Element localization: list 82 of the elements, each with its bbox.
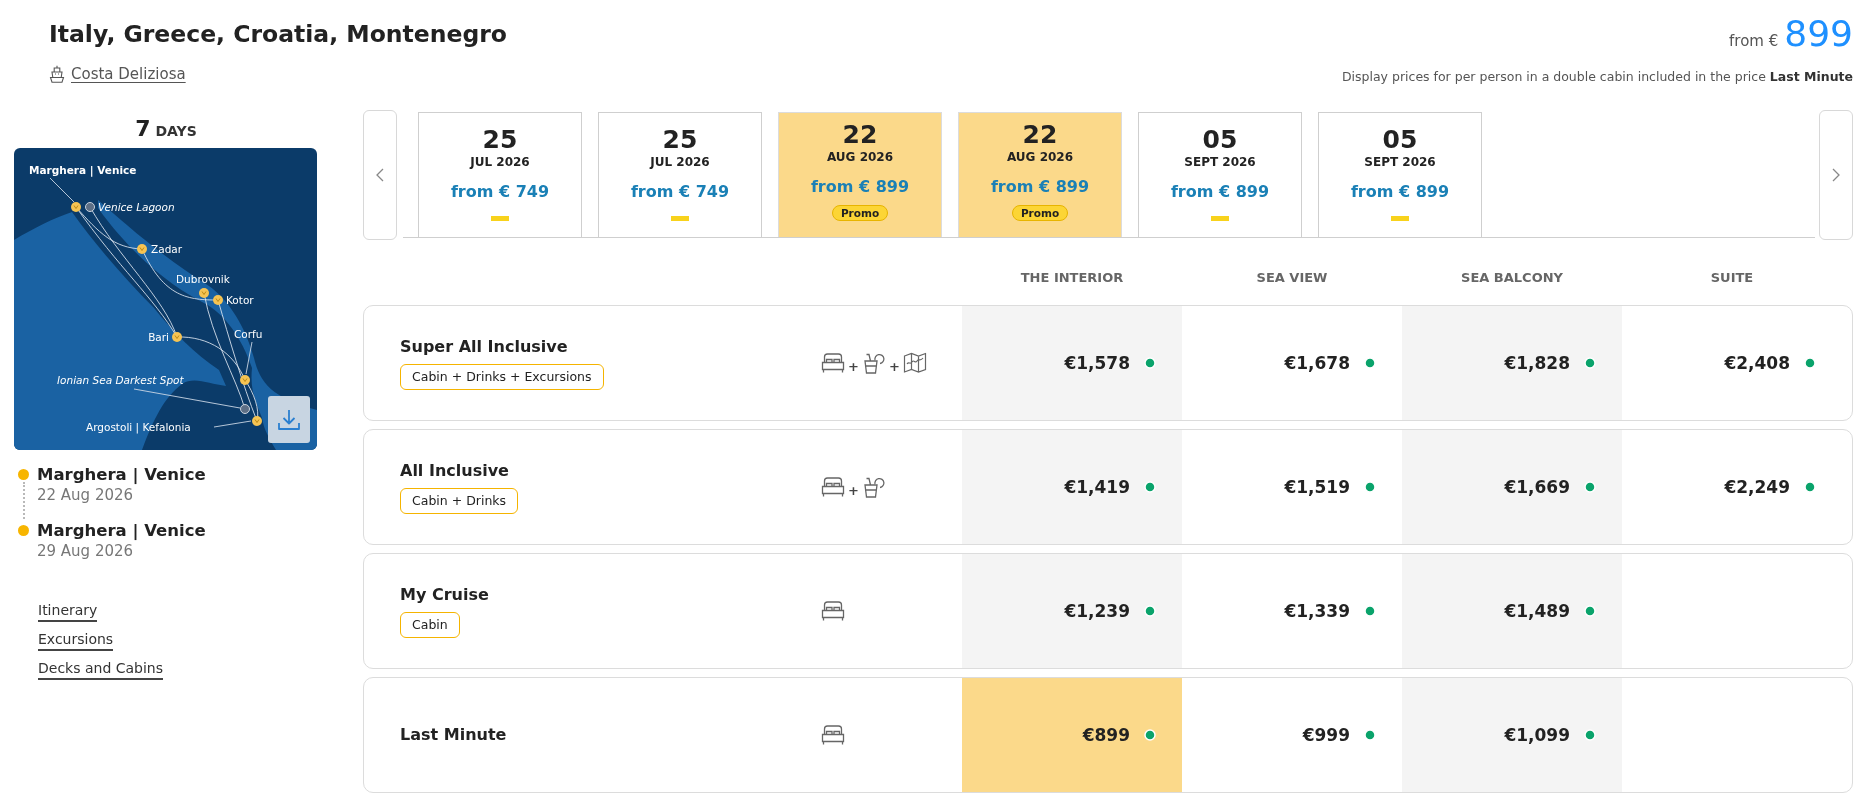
port-label: Bari (148, 331, 169, 343)
bed-icon (821, 352, 845, 374)
port-marker-icon (252, 416, 262, 426)
inclusion-tag: Cabin (400, 611, 460, 638)
column-header: SUITE (1710, 269, 1754, 287)
next-button[interactable] (1819, 110, 1853, 240)
section-link[interactable]: Itinerary (38, 601, 98, 622)
chevron-right-icon (1832, 168, 1840, 182)
port-label: Argostoli | Kefalonia (86, 421, 191, 433)
inclusion-tag: Cabin + Drinks (400, 487, 519, 514)
port-label: Ionian Sea Darkest Spot (57, 374, 184, 386)
fare-name: My Cruise (400, 584, 489, 605)
leader-line (245, 341, 253, 375)
stop-date: 29 Aug 2026 (37, 541, 135, 561)
date-tab[interactable]: 25 JUL 2026 from € 749 (598, 112, 762, 237)
stop-port: Marghera | Venice (37, 465, 206, 485)
port-label: Venice Lagoon (98, 201, 175, 213)
price-cell[interactable]: €1,419 (962, 430, 1182, 544)
previous-button[interactable] (363, 110, 397, 240)
port-marker-icon (199, 288, 209, 298)
duration-number: 7 (135, 116, 151, 142)
port-marker-icon (71, 202, 81, 212)
price-cell[interactable]: €1,489 (1402, 554, 1622, 668)
stop-port: Marghera | Venice (37, 521, 206, 541)
price-cell[interactable]: €1,239 (962, 554, 1182, 668)
port-label: Corfu (234, 328, 263, 340)
drink-icon (861, 476, 886, 498)
ship-link[interactable]: Costa Deliziosa (49, 64, 186, 84)
fare-name: All Inclusive (400, 460, 509, 481)
port-label: Kotor (226, 294, 254, 306)
port-marker-icon (213, 295, 223, 305)
bed-icon (821, 600, 845, 622)
scenic-spot-icon (85, 202, 95, 212)
bed-icon (821, 476, 845, 498)
drink-icon (861, 352, 886, 374)
column-header: THE INTERIOR (1020, 269, 1124, 287)
price-cell[interactable]: €1,828 (1402, 306, 1622, 420)
port-marker-icon (172, 332, 182, 342)
plus-sign: + (848, 482, 859, 498)
price-prefix: from € (1729, 32, 1779, 50)
price-cell[interactable]: €1,099 (1402, 678, 1622, 792)
download-icon (277, 408, 301, 431)
promo-badge: Promo (1011, 205, 1069, 221)
date-tab[interactable]: 05 SEPT 2026 from € 899 (1318, 112, 1482, 237)
price-cell[interactable]: €899 (962, 678, 1182, 792)
ship-icon (49, 65, 65, 83)
fare-name: Super All Inclusive (400, 336, 568, 357)
port-label: Dubrovnik (176, 273, 230, 285)
stop-dot-icon (18, 525, 29, 536)
port-marker-icon (137, 244, 147, 254)
leader-line (213, 420, 252, 428)
cruise-title: Italy, Greece, Croatia, Montenegro (49, 19, 507, 50)
port-label: Marghera | Venice (29, 164, 137, 176)
date-tab[interactable]: 05 SEPT 2026 from € 899 (1138, 112, 1302, 237)
column-header: SEA VIEW (1256, 269, 1328, 287)
section-link[interactable]: Excursions (38, 630, 114, 651)
promo-badge: Promo (831, 205, 889, 221)
leader-line (49, 177, 75, 203)
folded-map-icon (902, 352, 927, 374)
price-cell[interactable]: €1,669 (1402, 430, 1622, 544)
plus-sign: + (888, 358, 900, 374)
port-label: Zadar (151, 243, 183, 255)
date-tab[interactable]: 25 JUL 2026 from € 749 (418, 112, 582, 237)
lowest-price: 899 (1784, 14, 1853, 54)
inclusion-tag: Cabin + Drinks + Excursions (400, 363, 604, 390)
duration-unit: DAYS (155, 123, 197, 139)
scenic-spot-icon (240, 404, 250, 414)
timeline-connector (22, 482, 25, 519)
column-header: SEA BALCONY (1461, 269, 1563, 287)
stop-date: 22 Aug 2026 (37, 485, 135, 505)
price-cell[interactable]: €1,578 (962, 306, 1182, 420)
download-button[interactable] (268, 396, 310, 443)
date-tab[interactable]: 22 AUG 2026 from € 899 Promo (958, 112, 1122, 237)
date-tab[interactable]: 22 AUG 2026 from € 899 Promo (778, 112, 942, 237)
bed-icon (821, 724, 845, 746)
price-note: Display prices for per person in a double cabin included in the price Last Minute (1341, 68, 1853, 86)
port-marker-icon (240, 375, 250, 385)
chevron-left-icon (376, 168, 384, 182)
section-link[interactable]: Decks and Cabins (38, 659, 164, 680)
plus-sign: + (848, 358, 859, 374)
fare-name: Last Minute (400, 725, 507, 745)
stop-dot-icon (18, 469, 29, 480)
